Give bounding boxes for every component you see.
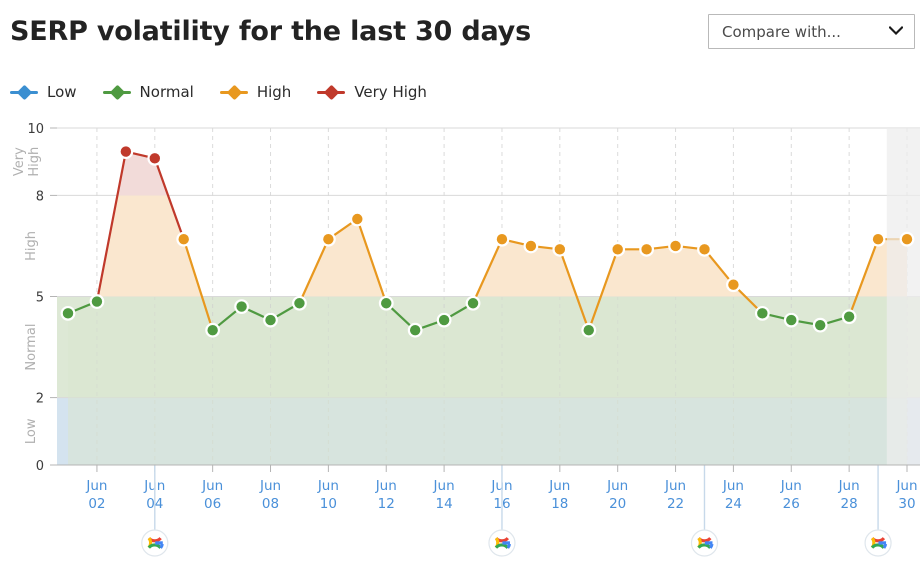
x-axis-tick-label: Jun 02 <box>85 478 107 512</box>
y-axis-band-label: Normal <box>24 324 39 371</box>
widget-header: SERP volatility for the last 30 days Com… <box>0 0 923 66</box>
data-point[interactable] <box>178 234 189 245</box>
data-point[interactable] <box>467 298 479 309</box>
x-axis-tick-label: Jun 30 <box>895 478 917 512</box>
x-axis-tick-label: Jun 18 <box>548 478 570 512</box>
data-point[interactable] <box>207 325 218 336</box>
data-point[interactable] <box>815 319 826 331</box>
x-axis-tick-label: Jun 10 <box>317 478 339 512</box>
x-axis-tick-label: Jun 20 <box>606 478 628 512</box>
legend-marker-icon <box>219 84 248 101</box>
y-axis-band-label: Low <box>24 418 39 444</box>
data-point[interactable] <box>728 279 739 290</box>
legend-marker-icon <box>317 84 346 101</box>
chevron-down-icon <box>889 26 903 35</box>
legend-marker-icon <box>10 84 38 101</box>
legend-item-label: Low <box>47 83 77 101</box>
page-title: SERP volatility for the last 30 days <box>10 16 531 47</box>
y-axis-tick-label: 2 <box>36 392 44 407</box>
y-axis-band-label: High <box>24 231 39 261</box>
google-icon[interactable] <box>864 529 892 557</box>
data-point[interactable] <box>236 301 247 312</box>
x-axis-tick-label: Jun 28 <box>838 478 860 512</box>
data-point[interactable] <box>265 314 276 326</box>
data-point[interactable] <box>641 244 652 255</box>
x-axis-tick-label: Jun 06 <box>201 478 223 512</box>
chart-legend: Low Normal High Very High <box>10 80 453 104</box>
serp-volatility-chart: 025810LowNormalHighVeryHighJun 02Jun 04Jun… <box>12 122 920 557</box>
x-axis-tick-label: Jun 24 <box>722 478 744 512</box>
data-point[interactable] <box>554 244 566 255</box>
data-point[interactable] <box>381 298 392 309</box>
data-point[interactable] <box>352 213 363 225</box>
data-point[interactable] <box>62 308 74 319</box>
data-point[interactable] <box>699 244 710 255</box>
serp-volatility-widget: SERP volatility for the last 30 days Com… <box>0 0 923 567</box>
data-point[interactable] <box>872 234 884 245</box>
chart-area: 0 2 5 8 10 Low Normal High VeryHigh Jun 02 Jun 04 Jun… <box>0 110 923 567</box>
today-shading <box>886 128 920 465</box>
data-point[interactable] <box>294 298 305 309</box>
compare-with-selected-value: Compare with... <box>722 23 841 41</box>
x-axis-tick-label: Jun 12 <box>375 478 397 512</box>
data-point[interactable] <box>757 308 768 319</box>
plot-group: 025810LowNormalHighVeryHighJun 02Jun 04Jun… <box>12 122 920 557</box>
y-axis-tick-label: 10 <box>27 122 44 137</box>
y-axis-tick-label: 8 <box>36 189 44 204</box>
legend-item-very-high[interactable]: Very High <box>317 83 427 101</box>
google-icon[interactable] <box>141 529 169 557</box>
data-point[interactable] <box>120 146 132 157</box>
data-point[interactable] <box>901 234 913 245</box>
data-point[interactable] <box>583 325 594 336</box>
x-axis-tick-label: Jun 22 <box>664 478 686 512</box>
legend-marker-icon <box>102 84 131 101</box>
legend-item-low[interactable]: Low <box>10 83 77 101</box>
legend-item-normal[interactable]: Normal <box>102 83 194 101</box>
data-point[interactable] <box>496 234 508 245</box>
google-icon[interactable] <box>488 529 516 557</box>
x-axis-tick-label: Jun 14 <box>433 478 455 512</box>
compare-with-dropdown[interactable]: Compare with... <box>708 14 915 49</box>
data-point[interactable] <box>670 240 681 252</box>
data-point[interactable] <box>786 314 797 326</box>
data-point[interactable] <box>91 296 103 307</box>
x-axis-tick-label: Jun 26 <box>780 478 802 512</box>
legend-item-high[interactable]: High <box>219 83 292 101</box>
legend-item-label: Normal <box>139 83 194 101</box>
legend-item-label: Very High <box>354 83 427 101</box>
y-axis-tick-label: 5 <box>36 291 44 306</box>
x-axis-tick-label: Jun 08 <box>259 478 281 512</box>
y-axis-band-label: VeryHigh <box>12 147 42 177</box>
google-icon[interactable] <box>690 529 719 557</box>
data-point[interactable] <box>843 311 855 322</box>
data-point[interactable] <box>409 325 421 336</box>
data-point[interactable] <box>323 234 334 245</box>
data-point[interactable] <box>612 244 623 255</box>
legend-item-label: High <box>256 83 292 101</box>
data-point[interactable] <box>438 314 450 326</box>
y-axis-tick-label: 0 <box>36 459 44 474</box>
data-point[interactable] <box>149 153 160 164</box>
data-point[interactable] <box>525 240 537 252</box>
